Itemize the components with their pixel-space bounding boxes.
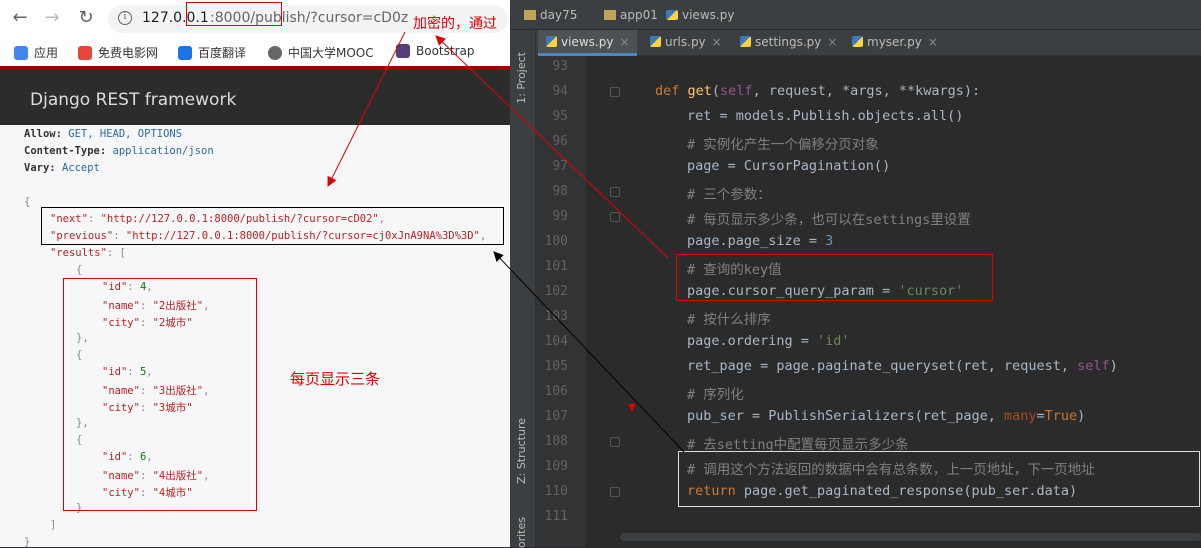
movie-icon xyxy=(78,46,92,60)
cursor-param-highlight xyxy=(186,2,282,26)
line-gutter: 93 94 95 96 97 98 99 100 101 102 103 104… xyxy=(536,56,586,547)
horizontal-scrollbar[interactable] xyxy=(620,533,1201,541)
code-line: # 实例化产生一个偏移分页对象 xyxy=(687,137,879,153)
breadcrumb-views[interactable]: views.py xyxy=(666,8,734,22)
python-file-icon xyxy=(740,36,751,47)
code-line: pub_ser = PublishSerializers(ret_page, m… xyxy=(687,408,1086,424)
drf-navbar: Django REST framework xyxy=(0,70,510,125)
structure-tool-tab[interactable]: Z: Structure xyxy=(515,418,528,484)
encrypted-cursor-note: 加密的，通过 xyxy=(413,16,497,32)
editor-tabs: views.py × urls.py × settings.py × myser.py… xyxy=(536,30,1201,56)
code-line: ret = models.Publish.objects.all() xyxy=(687,108,964,124)
line-number: 96 xyxy=(552,134,568,149)
line-number: 95 xyxy=(552,109,568,124)
close-icon[interactable]: × xyxy=(712,35,722,49)
tab-settings[interactable]: settings.py × xyxy=(732,30,845,56)
code-line: def get(self, request, *args, **kwargs): xyxy=(655,83,981,99)
folder-icon xyxy=(524,10,536,20)
code-line: # 序列化 xyxy=(687,387,744,403)
favorites-tool-tab[interactable]: orites xyxy=(515,517,528,548)
line-number: 111 xyxy=(544,509,568,524)
code-line: # 每页显示多少条，也可以在settings里设置 xyxy=(687,212,971,228)
drf-title[interactable]: Django REST framework xyxy=(30,90,236,110)
breadcrumb: day75 app01 views.py xyxy=(510,0,1201,30)
folder-icon xyxy=(604,10,616,20)
line-number: 108 xyxy=(544,434,568,449)
python-file-icon xyxy=(546,36,557,47)
bookmark-mooc[interactable]: 中国大学MOOC xyxy=(268,44,374,61)
tab-myser[interactable]: myser.py × xyxy=(844,30,946,56)
forward-icon[interactable]: → xyxy=(42,8,62,28)
code-line: # 按什么排序 xyxy=(687,312,771,328)
line-number: 97 xyxy=(552,159,568,174)
fold-marker-icon[interactable] xyxy=(610,437,620,447)
tab-urls[interactable]: urls.py × xyxy=(642,30,730,56)
translate-icon xyxy=(178,46,192,60)
next-previous-box xyxy=(41,207,504,245)
paginated-response-highlight xyxy=(678,451,1200,507)
bootstrap-icon xyxy=(396,44,410,58)
bookmark-translate[interactable]: 百度翻译 xyxy=(178,44,246,61)
header-vary: Vary: Accept xyxy=(24,162,100,174)
header-allow: Allow: GET, HEAD, OPTIONS xyxy=(24,128,183,140)
line-number: 109 xyxy=(544,459,568,474)
fold-marker-icon[interactable] xyxy=(610,212,620,222)
browser-toolbar: ← → ↻ i 127.0.0.1 :8000/publish/?cursor=… xyxy=(0,0,510,70)
breadcrumb-app01[interactable]: app01 xyxy=(604,8,658,22)
line-number: 100 xyxy=(544,234,568,249)
code-line: page.ordering = 'id' xyxy=(687,333,850,349)
line-number: 94 xyxy=(552,84,568,99)
ide-window: day75 app01 views.py 1: Project Z: Struc… xyxy=(510,0,1201,548)
code-editor[interactable]: def get(self, request, *args, **kwargs):… xyxy=(586,56,1201,547)
info-icon[interactable]: i xyxy=(118,11,132,25)
line-number: 106 xyxy=(544,384,568,399)
close-icon[interactable]: × xyxy=(619,35,629,49)
line-number: 107 xyxy=(544,409,568,424)
response-body: Allow: GET, HEAD, OPTIONS Content-Type: … xyxy=(0,125,510,547)
close-icon[interactable]: × xyxy=(827,35,837,49)
fold-marker-icon[interactable] xyxy=(610,87,620,97)
breadcrumb-day75[interactable]: day75 xyxy=(524,8,577,22)
line-number: 93 xyxy=(552,59,568,74)
code-line: # 去setting中配置每页显示多少条 xyxy=(687,437,909,453)
bookmark-apps[interactable]: 应用 xyxy=(14,44,58,61)
tab-views[interactable]: views.py × xyxy=(538,30,638,56)
fold-marker-icon[interactable] xyxy=(610,487,620,497)
cursor-param-code-highlight xyxy=(676,254,993,301)
line-number: 101 xyxy=(544,259,568,274)
code-line: ret_page = page.paginate_queryset(ret, r… xyxy=(687,358,1118,374)
line-number: 102 xyxy=(544,284,568,299)
tool-sidebar: 1: Project Z: Structure orites xyxy=(510,30,536,548)
line-number: 110 xyxy=(544,484,568,499)
line-number: 104 xyxy=(544,334,568,349)
close-icon[interactable]: × xyxy=(928,35,938,49)
browser-window: ← → ↻ i 127.0.0.1 :8000/publish/?cursor=… xyxy=(0,0,510,547)
back-icon[interactable]: ← xyxy=(10,8,30,28)
line-number: 105 xyxy=(544,359,568,374)
fold-marker-icon[interactable] xyxy=(610,187,620,197)
reload-icon[interactable]: ↻ xyxy=(76,8,96,28)
code-line: # 三个参数： xyxy=(687,187,771,203)
line-number: 98 xyxy=(552,184,568,199)
project-tool-tab[interactable]: 1: Project xyxy=(515,52,528,104)
python-file-icon xyxy=(650,36,661,47)
bookmark-bootstrap[interactable]: Bootstrap xyxy=(396,44,474,58)
line-number: 99 xyxy=(552,209,568,224)
code-line: page = CursorPagination() xyxy=(687,158,891,174)
apps-icon xyxy=(14,46,28,60)
header-content-type: Content-Type: application/json xyxy=(24,145,214,157)
line-number: 103 xyxy=(544,309,568,324)
bookmarks-bar: 应用 免费电影网 百度翻译 中国大学MOOC Bootstrap xyxy=(0,40,510,64)
json-results: "results": [ xyxy=(50,247,126,259)
results-highlight-box xyxy=(63,278,257,511)
code-line: page.page_size = 3 xyxy=(687,233,834,249)
bookmark-movies[interactable]: 免费电影网 xyxy=(78,44,158,61)
page-size-note: 每页显示三条 xyxy=(290,370,381,388)
python-file-icon xyxy=(666,10,678,20)
globe-icon xyxy=(268,46,282,60)
python-file-icon xyxy=(852,36,863,47)
